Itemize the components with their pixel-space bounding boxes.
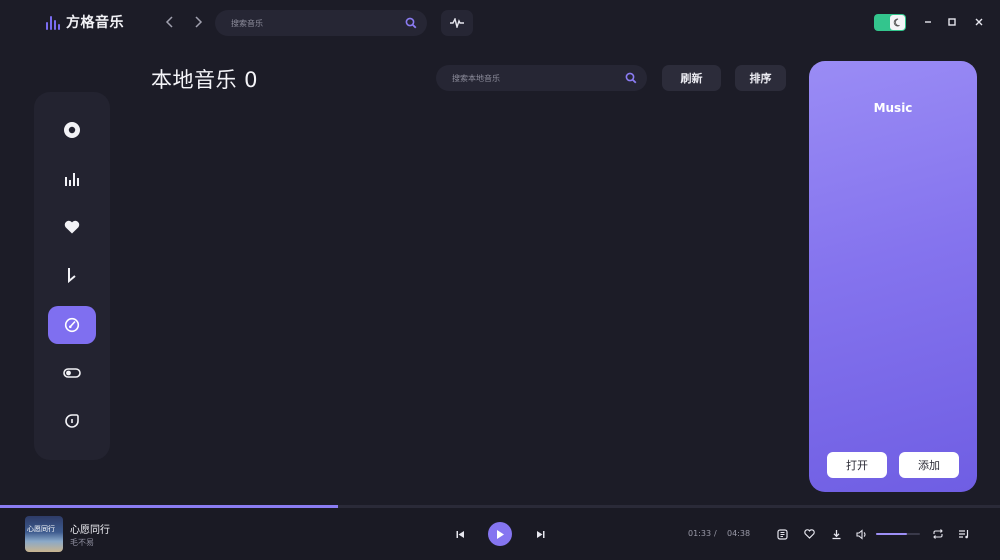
minimize-button[interactable] — [919, 12, 937, 32]
forward-button[interactable] — [189, 12, 207, 32]
song-artist: 毛不易 — [70, 538, 94, 547]
song-title: 心愿同行 — [70, 525, 110, 536]
volume-icon — [856, 528, 866, 540]
download-icon — [832, 529, 840, 539]
app-name: 方格音乐 — [66, 15, 124, 31]
local-music-icon — [64, 317, 80, 333]
heart-outline-icon — [803, 529, 815, 539]
page-title: 本地音乐 0 — [151, 68, 259, 92]
playlist-icon — [959, 529, 969, 538]
download-arrow-icon — [68, 268, 76, 283]
volume-fill — [876, 533, 907, 535]
sidebar — [34, 92, 110, 460]
album-cover[interactable]: 心愿同行 — [25, 516, 63, 552]
search-icon[interactable] — [405, 17, 417, 29]
chevron-left-icon — [165, 16, 173, 28]
sort-button[interactable]: 排序 — [735, 65, 786, 91]
top-search-input[interactable] — [231, 18, 405, 28]
logo-bars-icon — [46, 14, 60, 30]
maximize-button[interactable] — [943, 12, 961, 32]
panel-title: Music — [873, 101, 913, 115]
close-button[interactable] — [970, 12, 988, 32]
time-separator: / — [714, 529, 717, 538]
audio-wave-button[interactable] — [441, 10, 473, 36]
local-search-bar — [436, 65, 647, 91]
waveform-icon — [450, 18, 464, 28]
lyrics-button[interactable] — [775, 527, 789, 541]
play-icon — [497, 529, 504, 539]
disc-icon — [64, 122, 80, 138]
sidebar-item-favorites[interactable] — [48, 208, 96, 246]
player-bar: 心愿同行 心愿同行 毛不易 01:33 / 04:38 — [0, 505, 1000, 560]
next-button[interactable] — [534, 528, 546, 540]
sidebar-item-discover[interactable] — [48, 111, 96, 149]
repeat-icon — [933, 529, 943, 539]
skip-previous-icon — [456, 530, 464, 538]
playlist-button[interactable] — [957, 527, 971, 541]
repeat-button[interactable] — [931, 527, 945, 541]
minimize-icon — [925, 21, 931, 23]
skip-next-icon — [536, 530, 544, 538]
progress-bar[interactable] — [0, 505, 1000, 508]
moon-icon — [890, 15, 905, 30]
play-button[interactable] — [488, 522, 512, 546]
search-icon[interactable] — [625, 72, 637, 84]
cover-text: 心愿同行 — [27, 525, 55, 533]
download-button[interactable] — [829, 527, 843, 541]
local-search-input[interactable] — [452, 73, 625, 83]
sidebar-item-local-music[interactable] — [48, 306, 96, 344]
progress-fill — [0, 505, 338, 508]
add-button[interactable]: 添加 — [899, 452, 959, 478]
total-time: 04:38 — [727, 529, 751, 538]
info-icon — [65, 414, 79, 428]
lyrics-icon — [776, 528, 788, 540]
volume-button[interactable] — [855, 527, 869, 541]
top-search-bar — [215, 10, 427, 36]
refresh-button[interactable]: 刷新 — [662, 65, 721, 91]
open-button[interactable]: 打开 — [827, 452, 887, 478]
volume-slider[interactable] — [876, 533, 920, 535]
sidebar-item-about[interactable] — [48, 402, 96, 440]
current-time: 01:33 — [688, 529, 712, 538]
back-button[interactable] — [161, 12, 179, 32]
toggle-icon — [63, 368, 81, 378]
previous-button[interactable] — [454, 528, 466, 540]
chevron-right-icon — [195, 16, 203, 28]
heart-icon — [64, 220, 80, 234]
close-icon — [975, 18, 983, 26]
sidebar-item-downloads[interactable] — [48, 256, 96, 294]
theme-toggle[interactable] — [874, 14, 906, 31]
music-panel: Music 打开 添加 — [809, 61, 977, 492]
like-button[interactable] — [802, 527, 816, 541]
sidebar-item-settings[interactable] — [48, 354, 96, 392]
chart-bars-icon — [65, 173, 79, 186]
maximize-icon — [948, 18, 956, 26]
sidebar-item-charts[interactable] — [48, 160, 96, 198]
app-logo: 方格音乐 — [46, 10, 124, 34]
